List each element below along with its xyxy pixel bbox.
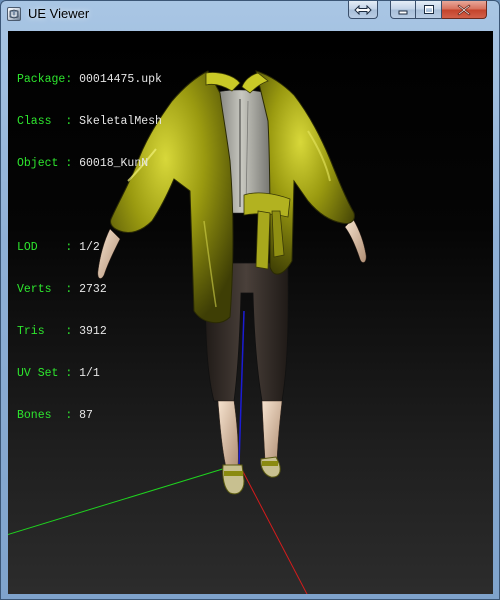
info-value-verts: 2732 xyxy=(79,283,107,296)
info-value-tris: 3912 xyxy=(79,325,107,338)
info-row-class: Class : SkeletalMesh xyxy=(17,115,162,129)
info-row-tris: Tris : 3912 xyxy=(17,325,162,339)
info-label-lod: LOD xyxy=(17,241,66,254)
info-sep: : xyxy=(65,283,80,296)
info-sep: : xyxy=(65,367,80,380)
info-sep: : xyxy=(65,241,80,254)
info-value-class: SkeletalMesh xyxy=(79,115,162,128)
info-label-tris: Tris xyxy=(17,325,66,338)
app-window: UE Viewer Package: 00014475.upk Class: … xyxy=(0,0,500,600)
info-row-uvset: UV Set : 1/1 xyxy=(17,367,162,381)
info-label-object: Object xyxy=(17,157,66,170)
info-value-uvset: 1/1 xyxy=(79,367,100,380)
info-sep: : xyxy=(65,409,80,422)
info-label-class: Class xyxy=(17,115,66,128)
info-sep: : xyxy=(65,115,80,128)
info-row-verts: Verts : 2732 xyxy=(17,283,162,297)
info-row-lod: LOD : 1/2 xyxy=(17,241,162,255)
info-sep: : xyxy=(65,73,80,86)
info-label-uvset: UV Set xyxy=(17,367,66,380)
axis-x-line xyxy=(238,463,308,594)
window-title: UE Viewer xyxy=(28,6,90,21)
minimize-button[interactable] xyxy=(390,1,416,19)
3d-viewport[interactable]: Package: 00014475.upk Class : SkeletalMe… xyxy=(8,31,493,594)
double-arrow-icon xyxy=(354,4,372,15)
axis-y-line xyxy=(8,463,240,535)
info-value-lod: 1/2 xyxy=(79,241,100,254)
mesh-info-overlay: Package: 00014475.upk Class : SkeletalMe… xyxy=(17,45,162,451)
maximize-button[interactable] xyxy=(416,1,442,19)
info-row-bones: Bones : 87 xyxy=(17,409,162,423)
info-label-verts: Verts xyxy=(17,283,66,296)
info-sep: : xyxy=(65,325,80,338)
minimize-icon xyxy=(398,10,408,14)
double-arrow-button[interactable] xyxy=(348,1,378,19)
info-value-bones: 87 xyxy=(79,409,93,422)
info-value-package: 00014475.upk xyxy=(79,73,162,86)
title-bar[interactable]: UE Viewer xyxy=(1,1,499,27)
close-icon xyxy=(457,4,471,15)
info-sep: : xyxy=(65,157,80,170)
info-value-object: 60018_KunN xyxy=(79,157,149,170)
info-row-package: Package: 00014475.upk xyxy=(17,73,162,87)
maximize-icon xyxy=(423,5,434,14)
info-label-package: Package xyxy=(17,73,66,86)
close-button[interactable] xyxy=(442,1,487,19)
info-label-bones: Bones xyxy=(17,409,66,422)
info-row-object: Object : 60018_KunN xyxy=(17,157,162,171)
ue-viewer-app-icon[interactable] xyxy=(7,7,21,21)
